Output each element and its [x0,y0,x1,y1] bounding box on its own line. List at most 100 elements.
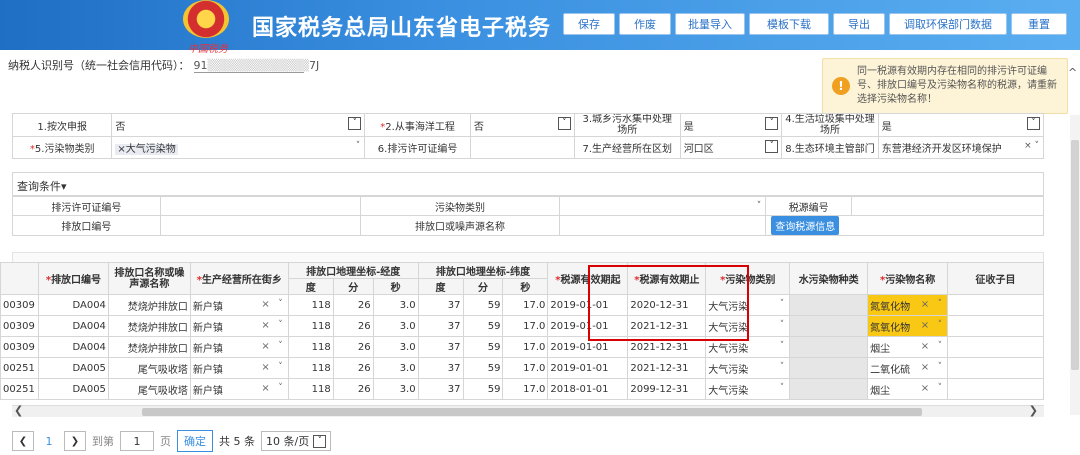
valid-from-cell[interactable]: 2019-01-01 [547,357,629,379]
query-outlet-name-input[interactable] [559,215,767,236]
chevron-down-icon[interactable]: ˅ [278,320,283,330]
env-dept-select[interactable]: 东营港经济开发区环境保护 × ˅ [877,136,1045,159]
chevron-down-icon[interactable]: ˅ [278,383,283,393]
lng-sec-cell[interactable]: 3.0 [372,357,419,379]
lng-deg-cell[interactable]: 118 [287,294,334,316]
pollutant-type-select[interactable]: 大气污染 ˅ [705,294,791,316]
chevron-down-icon[interactable]: ˅ [356,141,361,151]
chevron-down-icon[interactable]: ˅ [278,362,283,372]
levy-cell[interactable] [947,315,1044,337]
outlet-no-cell[interactable]: DA004 [37,315,109,337]
chevron-down-icon[interactable]: ˅ [557,117,571,130]
lat-min-cell[interactable]: 59 [462,357,504,379]
lng-min-cell[interactable]: 26 [332,357,374,379]
chevron-down-icon[interactable]: ˅ [780,341,785,351]
outlet-no-cell[interactable]: DA005 [37,378,109,400]
lng-min-cell[interactable]: 26 [332,315,374,337]
district-select[interactable]: 河口区 ˅ [679,136,783,159]
lat-min-cell[interactable]: 59 [462,378,504,400]
chevron-down-icon[interactable]: ˅ [780,299,785,309]
chevron-down-icon[interactable]: ˅ [938,341,943,351]
lng-deg-cell[interactable]: 118 [287,378,334,400]
export-button[interactable]: 导出 [833,13,885,35]
by-time-select[interactable]: 否 ˅ [111,113,366,137]
clear-icon[interactable]: × [261,341,269,352]
void-button[interactable]: 作废 [619,13,671,35]
clear-icon[interactable]: × [261,362,269,373]
fetch-env-data-button[interactable]: 调取环保部门数据 [889,13,1007,35]
clear-icon[interactable]: × [921,383,929,394]
clear-icon[interactable]: × [921,299,929,310]
valid-to-cell[interactable]: 2020-12-31 [627,294,707,316]
chevron-down-icon[interactable]: ˅ [757,201,762,211]
chevron-down-icon[interactable]: ˅ [938,383,943,393]
lat-deg-cell[interactable]: 37 [417,294,464,316]
valid-from-cell[interactable]: 2019-01-01 [547,315,629,337]
street-select[interactable]: 新户镇 × ˅ [189,357,289,379]
lng-sec-cell[interactable]: 3.0 [372,378,419,400]
query-conditions-toggle[interactable]: 查询条件▾ [12,172,1044,196]
goto-page-input[interactable]: 1 [120,431,154,451]
street-select[interactable]: 新户镇 × ˅ [189,336,289,358]
lng-deg-cell[interactable]: 118 [287,357,334,379]
clear-icon[interactable]: × [921,320,929,331]
pollutant-type-select[interactable]: 大气污染 ˅ [705,378,791,400]
outlet-name-cell[interactable]: 焚烧炉排放口 [107,315,191,337]
chevron-up-icon[interactable]: ^ [1068,66,1077,79]
clear-icon[interactable]: × [261,320,269,331]
save-button[interactable]: 保存 [563,13,615,35]
street-select[interactable]: 新户镇 × ˅ [189,294,289,316]
page-size-select[interactable]: 10 条/页 ˅ [261,431,332,451]
valid-from-cell[interactable]: 2019-01-01 [547,336,629,358]
query-permit-input[interactable] [159,196,361,216]
lng-deg-cell[interactable]: 118 [287,336,334,358]
valid-to-cell[interactable]: 2021-12-31 [627,357,707,379]
chevron-down-icon[interactable]: ˅ [278,341,283,351]
current-page[interactable]: 1 [40,435,58,448]
table-row[interactable]: 00309 DA004 焚烧炉排放口 新户镇 × ˅ 118 26 3.0 37 59 17.0 201… [0,294,1044,316]
lng-sec-cell[interactable]: 3.0 [372,336,419,358]
lat-deg-cell[interactable]: 37 [417,336,464,358]
lat-sec-cell[interactable]: 17.0 [502,378,549,400]
sewage-select[interactable]: 是 ˅ [679,113,783,137]
valid-to-cell[interactable]: 2099-12-31 [627,378,707,400]
chevron-down-icon[interactable]: ˅ [780,320,785,330]
chevron-down-icon[interactable]: ˅ [938,362,943,372]
pollutant-category-select[interactable]: ×大气污染物 ˅ [111,136,366,159]
pollutant-name-select[interactable]: 氮氧化物 × ˅ [867,294,949,316]
lat-deg-cell[interactable]: 37 [417,378,464,400]
lat-sec-cell[interactable]: 17.0 [502,336,549,358]
chevron-down-icon[interactable]: ˅ [938,299,943,309]
pollutant-name-select[interactable]: 氮氧化物 × ˅ [867,315,949,337]
clear-icon[interactable]: × [921,341,929,352]
lng-min-cell[interactable]: 26 [332,336,374,358]
outlet-no-cell[interactable]: DA004 [37,294,109,316]
horizontal-scrollbar[interactable]: ❮ ❯ [12,404,1044,417]
valid-to-cell[interactable]: 2021-12-31 [627,336,707,358]
levy-cell[interactable] [947,378,1044,400]
horizontal-scroll-thumb[interactable] [142,408,922,416]
query-pollutant-type-select[interactable]: ˅ [559,196,767,216]
pollutant-name-select[interactable]: 二氧化硫 × ˅ [867,357,949,379]
levy-cell[interactable] [947,357,1044,379]
chevron-down-icon[interactable]: ˅ [313,434,327,448]
garbage-select[interactable]: 是 ˅ [877,113,1045,137]
batch-import-button[interactable]: 批量导入 [675,13,745,35]
outlet-name-cell[interactable]: 焚烧炉排放口 [107,336,191,358]
reset-button[interactable]: 重置 [1011,13,1067,35]
chevron-down-icon[interactable]: ˅ [780,362,785,372]
levy-cell[interactable] [947,336,1044,358]
template-download-button[interactable]: 模板下载 [749,13,829,35]
clear-icon[interactable]: × [921,362,929,373]
lng-sec-cell[interactable]: 3.0 [372,294,419,316]
chevron-down-icon[interactable]: ˅ [938,320,943,330]
chevron-down-icon[interactable]: ˅ [278,299,283,309]
valid-from-cell[interactable]: 2018-01-01 [547,378,629,400]
table-row[interactable]: 00251 DA005 尾气吸收塔 新户镇 × ˅ 118 26 3.0 37 59 17.0 2018… [0,378,1044,400]
lng-min-cell[interactable]: 26 [332,378,374,400]
search-tax-source-button[interactable]: 查询税源信息 [771,216,840,235]
outlet-name-cell[interactable]: 焚烧炉排放口 [107,294,191,316]
next-page-button[interactable]: ❯ [64,431,86,451]
lng-min-cell[interactable]: 26 [332,294,374,316]
outlet-no-cell[interactable]: DA004 [37,336,109,358]
